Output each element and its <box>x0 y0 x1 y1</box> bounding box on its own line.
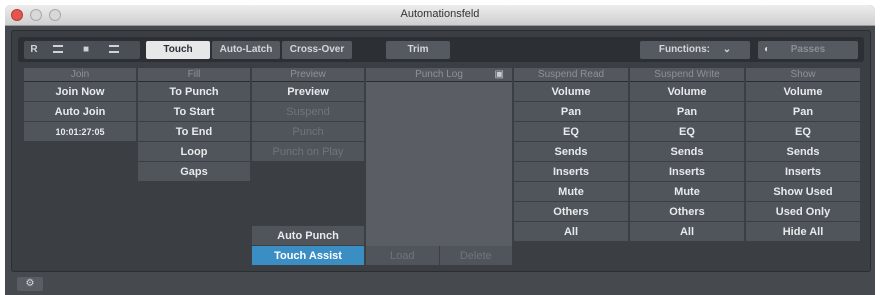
suspend-write-others[interactable]: Others <box>630 202 744 222</box>
suspend-write-sends[interactable]: Sends <box>630 142 744 162</box>
punch-log-list[interactable] <box>366 82 512 246</box>
fill-to-punch-button[interactable]: To Punch <box>138 82 250 102</box>
show-inserts[interactable]: Inserts <box>746 162 860 182</box>
suspend-read-all[interactable]: All <box>514 222 628 242</box>
punch-log-actions: Load Delete <box>366 246 512 268</box>
auto-join-button[interactable]: Auto Join <box>24 102 136 122</box>
touch-button[interactable]: Touch <box>146 41 210 59</box>
load-button[interactable]: Load <box>366 246 439 266</box>
passes-dropdown[interactable]: ◐ Passes <box>758 41 858 59</box>
fill-header: Fill <box>138 68 250 82</box>
punch-button[interactable]: Punch <box>252 122 364 142</box>
suspend-write-volume[interactable]: Volume <box>630 82 744 102</box>
suspend-button[interactable]: Suspend <box>252 102 364 122</box>
join-header: Join <box>24 68 136 82</box>
suspend-write-mute[interactable]: Mute <box>630 182 744 202</box>
suspend-read-mute[interactable]: Mute <box>514 182 628 202</box>
suspend-write-pan[interactable]: Pan <box>630 102 744 122</box>
dropdown-chevron-icon: ⌄ <box>722 44 732 55</box>
join-column: Join Join Now Auto Join 10:01:27:05 <box>24 68 136 268</box>
fill-gaps-button[interactable]: Gaps <box>138 162 250 182</box>
square-toggle-icon[interactable]: ■ <box>80 44 92 56</box>
punch-on-play-button[interactable]: Punch on Play <box>252 142 364 162</box>
passes-label: Passes <box>790 44 826 55</box>
suspend-write-column: Suspend Write Volume Pan EQ Sends Insert… <box>630 68 744 268</box>
touch-assist-button[interactable]: Touch Assist <box>252 246 364 266</box>
join-timecode[interactable]: 10:01:27:05 <box>24 122 136 142</box>
show-header: Show <box>746 68 860 82</box>
join-now-button[interactable]: Join Now <box>24 82 136 102</box>
suspend-read-header: Suspend Read <box>514 68 628 82</box>
fill-column: Fill To Punch To Start To End Loop Gaps <box>138 68 250 268</box>
automation-mode-toggles: R ■ <box>24 41 140 59</box>
suspend-read-pan[interactable]: Pan <box>514 102 628 122</box>
show-used-button[interactable]: Show Used <box>746 182 860 202</box>
suspend-write-header: Suspend Write <box>630 68 744 82</box>
punch-log-title: Punch Log <box>415 69 463 80</box>
automation-panel: R ■ Touch Auto-Latch Cross-Over Trim Fun… <box>11 30 871 272</box>
functions-label: Functions: <box>658 44 710 55</box>
cross-over-button[interactable]: Cross-Over <box>282 41 352 59</box>
show-pan[interactable]: Pan <box>746 102 860 122</box>
title-bar: Automationsfeld <box>5 5 875 26</box>
suspend-read-volume[interactable]: Volume <box>514 82 628 102</box>
suspend-read-inserts[interactable]: Inserts <box>514 162 628 182</box>
fill-loop-button[interactable]: Loop <box>138 142 250 162</box>
suspend-read-others[interactable]: Others <box>514 202 628 222</box>
trim-button[interactable]: Trim <box>386 41 450 59</box>
show-column: Show Volume Pan EQ Sends Inserts Show Us… <box>746 68 860 268</box>
suspend-write-all[interactable]: All <box>630 222 744 242</box>
automation-window: Automationsfeld R ■ Touch Auto-Latch Cro… <box>5 5 875 295</box>
show-sends[interactable]: Sends <box>746 142 860 162</box>
auto-punch-button[interactable]: Auto Punch <box>252 226 364 246</box>
show-eq[interactable]: EQ <box>746 122 860 142</box>
suspend-write-inserts[interactable]: Inserts <box>630 162 744 182</box>
automation-grid: Join Join Now Auto Join 10:01:27:05 Fill… <box>18 68 864 268</box>
hide-all-button[interactable]: Hide All <box>746 222 860 242</box>
punch-log-header: Punch Log ▣ <box>366 68 512 82</box>
history-icon: ◐ <box>764 44 771 55</box>
show-volume[interactable]: Volume <box>746 82 860 102</box>
window-title: Automationsfeld <box>400 8 480 20</box>
toolbar: R ■ Touch Auto-Latch Cross-Over Trim Fun… <box>18 37 864 62</box>
preview-header: Preview <box>252 68 364 82</box>
suspend-read-sends[interactable]: Sends <box>514 142 628 162</box>
delete-button[interactable]: Delete <box>439 246 512 266</box>
suspend-read-eq[interactable]: EQ <box>514 122 628 142</box>
write-toggle-icon[interactable] <box>52 44 64 56</box>
lock-icon[interactable]: ▣ <box>495 68 504 82</box>
fill-to-end-button[interactable]: To End <box>138 122 250 142</box>
read-toggle[interactable]: R <box>28 44 40 56</box>
preview-button[interactable]: Preview <box>252 82 364 102</box>
suspend-read-column: Suspend Read Volume Pan EQ Sends Inserts… <box>514 68 628 268</box>
suspend-write-eq[interactable]: EQ <box>630 122 744 142</box>
functions-dropdown[interactable]: Functions: ⌄ <box>640 41 750 59</box>
preview-spacer <box>252 162 364 226</box>
settings-gear-icon[interactable]: ⚙ <box>17 277 43 291</box>
auto-latch-button[interactable]: Auto-Latch <box>212 41 280 59</box>
pass-toggle-icon[interactable] <box>108 44 120 56</box>
fill-to-start-button[interactable]: To Start <box>138 102 250 122</box>
preview-column: Preview Preview Suspend Punch Punch on P… <box>252 68 364 268</box>
punch-log-column: Punch Log ▣ Load Delete <box>366 68 512 268</box>
used-only-button[interactable]: Used Only <box>746 202 860 222</box>
